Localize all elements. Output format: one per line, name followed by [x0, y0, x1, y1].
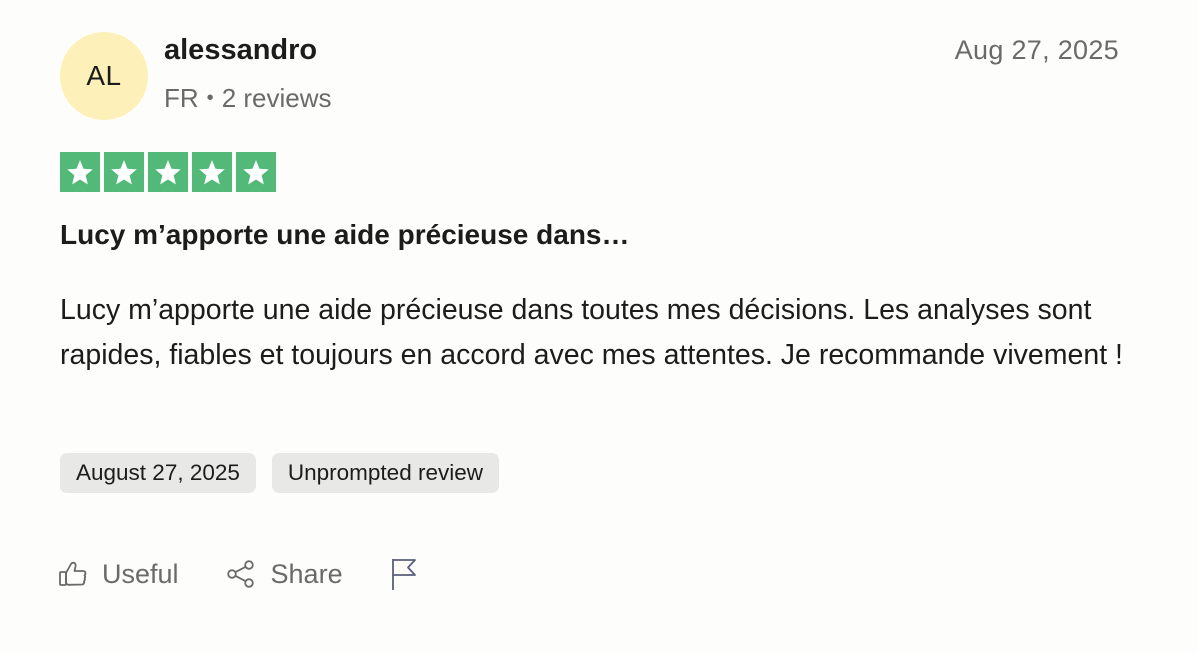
useful-button[interactable]: Useful	[58, 559, 179, 590]
date-of-experience-badge: August 27, 2025	[60, 453, 256, 493]
star-icon	[60, 152, 100, 192]
avatar[interactable]: AL	[60, 32, 148, 120]
review-tags: August 27, 2025 Unprompted review	[60, 453, 499, 493]
share-button[interactable]: Share	[225, 559, 343, 590]
meta-separator: •	[206, 87, 214, 109]
reviewer-meta: FR • 2 reviews	[164, 83, 332, 114]
useful-label: Useful	[102, 558, 179, 589]
review-title[interactable]: Lucy m’apporte une aide précieuse dans…	[60, 219, 630, 251]
report-button[interactable]	[389, 557, 419, 591]
star-rating	[60, 152, 276, 192]
review-date: Aug 27, 2025	[954, 35, 1119, 65]
flag-icon	[391, 559, 416, 590]
review-type-badge[interactable]: Unprompted review	[271, 453, 499, 493]
date-of-experience-label: August 27, 2025	[76, 460, 240, 485]
thumbs-up-icon	[59, 561, 87, 586]
reviewer-name[interactable]: alessandro	[164, 34, 317, 67]
share-label: Share	[270, 558, 343, 589]
star-icon	[192, 152, 232, 192]
reviewer-country: FR	[164, 83, 199, 113]
review-card: AL alessandro FR • 2 reviews Aug 27, 202…	[0, 0, 1198, 652]
avatar-initials: AL	[86, 60, 122, 91]
reviewer-review-count: 2 reviews	[221, 83, 332, 113]
star-icon	[148, 152, 188, 192]
review-actions: Useful Share	[58, 552, 465, 596]
star-icon	[236, 152, 276, 192]
review-type-label: Unprompted review	[287, 460, 483, 485]
review-body: Lucy m’apporte une aide précieuse dans t…	[60, 294, 1123, 371]
share-icon	[226, 560, 254, 588]
star-icon	[104, 152, 144, 192]
